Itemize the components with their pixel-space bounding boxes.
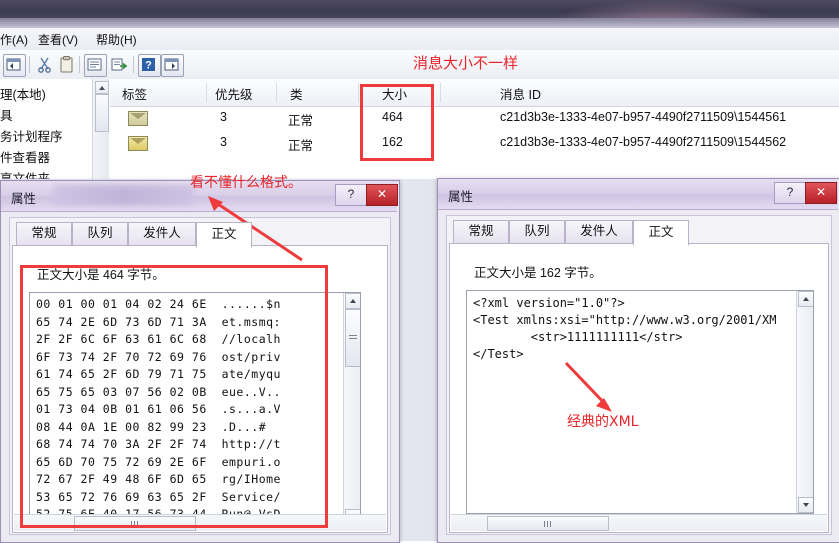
- tree-item-1[interactable]: 具: [0, 106, 96, 126]
- tab-queue[interactable]: 队列: [72, 222, 128, 245]
- column-header-label[interactable]: 标签: [122, 84, 147, 103]
- tree-vertical-scrollbar[interactable]: [92, 79, 109, 179]
- scroll-thumb-grip: [544, 520, 552, 527]
- tab-sender[interactable]: 发件人: [128, 222, 196, 245]
- header-divider-4[interactable]: [440, 83, 441, 102]
- annotation-xml-note: 经典的XML: [567, 414, 639, 430]
- titlebar-glass: [0, 18, 839, 28]
- titlebar-glow: [549, 0, 779, 20]
- scroll-up-arrow[interactable]: [95, 81, 109, 94]
- toolbar-separator-3: [133, 56, 134, 73]
- tree-item-0[interactable]: 理(本地): [0, 85, 96, 105]
- message-list-header[interactable]: 标签 优先级 类 大小 消息 ID: [110, 79, 839, 107]
- left-dialog-tabstrip[interactable]: 常规 队列 发件人 正文: [16, 222, 376, 248]
- forward-pane-icon[interactable]: [161, 54, 184, 77]
- table-row[interactable]: 3 正常 162 c21d3b3e-1333-4e07-b957-4490f27…: [110, 131, 839, 156]
- right-dialog-title: 属性: [448, 190, 474, 204]
- right-dialog-tabstrip[interactable]: 常规 队列 发件人 正文: [453, 220, 813, 246]
- tab-general[interactable]: 常规: [16, 222, 72, 245]
- annotation-format-note: 看不懂什么格式。: [190, 175, 302, 191]
- toolbar-separator-2: [79, 56, 80, 73]
- tab-queue[interactable]: 队列: [509, 220, 565, 243]
- cell-class: 正常: [288, 114, 314, 128]
- right-dialog-help-button[interactable]: ?: [774, 182, 806, 204]
- tree-item-4[interactable]: 享文件夹: [0, 169, 96, 179]
- back-pane-icon[interactable]: [3, 54, 26, 77]
- tab-general[interactable]: 常规: [453, 220, 509, 243]
- cell-priority: 3: [220, 110, 227, 124]
- tab-body[interactable]: 正文: [633, 220, 689, 246]
- scroll-thumb-grip: [349, 335, 357, 341]
- scroll-thumb[interactable]: [345, 309, 360, 367]
- left-dialog-close-button[interactable]: ✕: [366, 184, 398, 206]
- tab-sender[interactable]: 发件人: [565, 220, 633, 243]
- cell-class: 正常: [288, 139, 314, 153]
- toolbar-separator-1: [29, 56, 30, 73]
- cut-icon[interactable]: [34, 54, 57, 77]
- paste-icon[interactable]: [56, 54, 79, 77]
- annotation-hex-highlight-box: [20, 265, 328, 528]
- menu-action[interactable]: 作(A): [0, 31, 28, 48]
- cell-message-id: c21d3b3e-1333-4e07-b957-4490f2711509\154…: [500, 135, 787, 149]
- tab-body[interactable]: 正文: [196, 222, 252, 248]
- export-icon[interactable]: [108, 54, 131, 77]
- left-dialog-help-button[interactable]: ?: [335, 184, 367, 206]
- column-header-priority[interactable]: 优先级: [215, 84, 253, 103]
- right-xml-vertical-scrollbar[interactable]: [796, 291, 813, 513]
- help-icon[interactable]: ?: [138, 54, 161, 77]
- window-titlebar: [0, 0, 839, 28]
- annotation-size-highlight-box: [360, 84, 434, 161]
- right-dialog-horizontal-scrollbar[interactable]: [451, 514, 827, 531]
- column-header-class[interactable]: 类: [290, 84, 303, 103]
- cell-priority: 3: [220, 135, 227, 149]
- annotation-xml-arrow: [564, 361, 612, 412]
- right-dialog-close-button[interactable]: ✕: [805, 182, 837, 204]
- cell-message-id: c21d3b3e-1333-4e07-b957-4490f2711509\154…: [500, 110, 787, 124]
- left-dialog-title: 属性: [11, 192, 37, 206]
- menu-bar[interactable]: 作(A) 查看(V) 帮助(H): [0, 28, 839, 51]
- column-header-message-id[interactable]: 消息 ID: [500, 84, 541, 103]
- right-xml-text: <?xml version="1.0"?> <Test xmlns:xsi="h…: [473, 296, 777, 361]
- message-list-pane[interactable]: 标签 优先级 类 大小 消息 ID 3 正常 464 c21d3b3e-1333…: [110, 79, 839, 179]
- header-divider-1[interactable]: [206, 83, 207, 102]
- table-row[interactable]: 3 正常 464 c21d3b3e-1333-4e07-b957-4490f27…: [110, 106, 839, 131]
- left-dialog-title-blur: [53, 185, 193, 205]
- scroll-up-arrow[interactable]: [798, 291, 813, 307]
- message-envelope-icon: [128, 136, 148, 151]
- tree-item-2[interactable]: 务计划程序: [0, 127, 96, 147]
- scroll-up-arrow[interactable]: [345, 293, 360, 309]
- right-dialog-titlebar[interactable]: 属性 ? ✕: [438, 179, 838, 210]
- message-envelope-icon: [128, 111, 148, 126]
- properties-icon[interactable]: [84, 54, 107, 77]
- header-divider-2[interactable]: [276, 83, 277, 102]
- header-divider-3[interactable]: [358, 83, 359, 102]
- annotation-size-note: 消息大小不一样: [413, 54, 519, 72]
- right-body-size-label: 正文大小是 162 字节。: [474, 266, 602, 280]
- svg-text:?: ?: [145, 60, 152, 72]
- menu-help[interactable]: 帮助(H): [96, 31, 137, 48]
- scroll-down-arrow[interactable]: [798, 497, 813, 513]
- scroll-thumb[interactable]: [95, 94, 109, 132]
- left-hex-vertical-scrollbar[interactable]: [343, 293, 360, 525]
- menu-view[interactable]: 查看(V): [38, 31, 78, 48]
- scroll-thumb[interactable]: [487, 516, 609, 531]
- tree-item-3[interactable]: 件查看器: [0, 148, 96, 168]
